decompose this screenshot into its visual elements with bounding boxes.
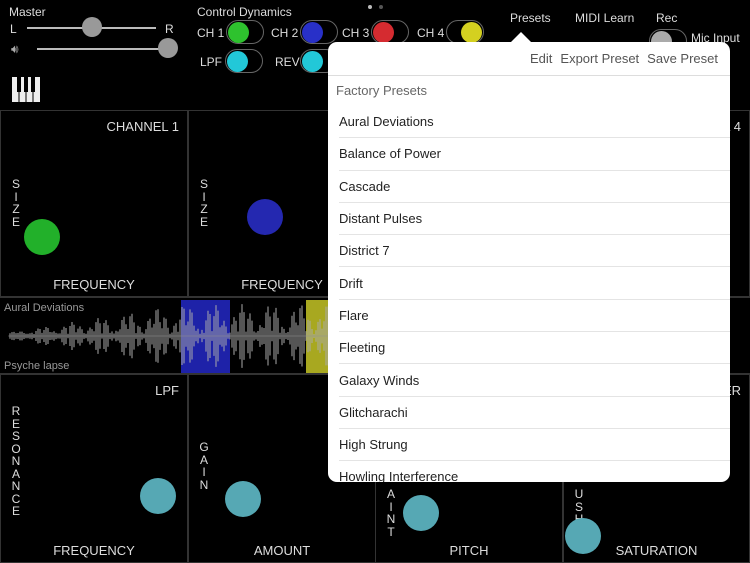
pad-title: LPF (155, 383, 179, 398)
midi-learn-button[interactable]: MIDI Learn (575, 11, 634, 25)
edit-button[interactable]: Edit (530, 51, 552, 66)
pad-title: CHANNEL 1 (106, 119, 179, 134)
master-label: Master (9, 5, 46, 19)
preset-item[interactable]: Galaxy Winds (339, 364, 730, 397)
pad-handle[interactable] (24, 219, 60, 255)
volume-slider-knob[interactable] (158, 38, 178, 58)
pan-slider-knob[interactable] (82, 17, 102, 37)
toggle-ch1[interactable] (226, 20, 264, 44)
pad-handle[interactable] (247, 199, 283, 235)
xy-pad-top-1[interactable]: CHANNEL 1 FREQUENCY SIZE (0, 110, 188, 297)
rec-button[interactable]: Rec (656, 11, 677, 25)
preset-item[interactable]: Balance of Power (339, 138, 730, 171)
toggle-ch2[interactable] (300, 20, 338, 44)
pan-left-label: L (10, 22, 17, 36)
preset-item[interactable]: Howling Interference (339, 461, 730, 482)
presets-button[interactable]: Presets (510, 11, 551, 25)
preset-item[interactable]: Cascade (339, 171, 730, 203)
factory-presets-header: Factory Presets (336, 83, 428, 98)
preset-item[interactable]: District 7 (339, 235, 730, 268)
pad-handle[interactable] (140, 478, 176, 514)
preset-item[interactable]: Flare (339, 300, 730, 333)
pad-x-label: FREQUENCY (53, 277, 135, 292)
pad-handle[interactable] (403, 495, 439, 531)
pad-x-label: FREQUENCY (53, 543, 135, 558)
pad-x-label: PITCH (449, 543, 489, 558)
pad-y-label: GAIN (199, 440, 209, 492)
volume-slider[interactable] (37, 48, 167, 50)
presets-popover: Edit Export Preset Save Preset Factory P… (328, 42, 730, 482)
page-dot-active[interactable] (368, 5, 372, 9)
toggle-label: REV (275, 55, 300, 69)
toggle-label: LPF (200, 55, 223, 69)
toggle-ch4[interactable] (446, 20, 484, 44)
toggle-label: CH 4 (417, 26, 445, 40)
preset-item[interactable]: Glitcharachi (339, 397, 730, 429)
volume-icon: 🔊︎ (11, 42, 19, 56)
toggle-ch3[interactable] (371, 20, 409, 44)
pad-y-label: SIZE (199, 177, 208, 229)
toggle-label: CH 1 (197, 26, 225, 40)
save-preset-button[interactable]: Save Preset (647, 51, 718, 66)
preset-item[interactable]: Distant Pulses (339, 203, 730, 236)
preset-item[interactable]: High Strung (339, 429, 730, 462)
pad-x-label: AMOUNT (253, 543, 311, 558)
control-dynamics-label: Control Dynamics (197, 5, 292, 19)
pad-y-label: RESONANCE (11, 404, 21, 518)
pad-handle[interactable] (565, 518, 601, 554)
preset-item[interactable]: Aural Deviations (339, 106, 730, 139)
toggle-label: CH 3 (342, 26, 370, 40)
waveform-top-label: Aural Deviations (4, 302, 85, 314)
preset-item[interactable]: Drift (339, 267, 730, 300)
pad-y-label: AINT (386, 487, 396, 539)
waveform-bottom-label: Psyche lapse (4, 360, 70, 372)
pad-y-label: SIZE (11, 177, 20, 229)
page-dot[interactable] (379, 5, 383, 9)
toggle-lpf[interactable] (225, 49, 263, 73)
pan-right-label: R (165, 22, 174, 36)
preset-item[interactable]: Fleeting (339, 332, 730, 365)
pad-handle[interactable] (225, 481, 261, 517)
toggle-label: CH 2 (271, 26, 299, 40)
keyboard-icon[interactable] (12, 77, 40, 102)
xy-pad-bottom-1[interactable]: LPF FREQUENCY RESONANCE (0, 374, 188, 563)
export-preset-button[interactable]: Export Preset (560, 51, 639, 66)
